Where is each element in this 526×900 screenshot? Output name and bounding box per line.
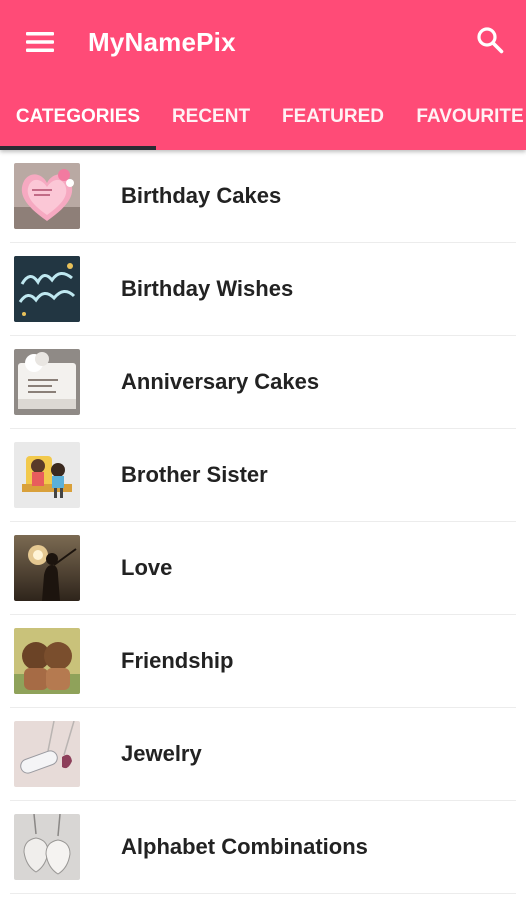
- category-label: Birthday Wishes: [121, 276, 294, 301]
- white-anniversary-cake-thumbnail: [14, 349, 80, 415]
- category-item-friendship[interactable]: Friendship: [10, 615, 516, 708]
- tab-categories[interactable]: CATEGORIES: [0, 84, 156, 150]
- app-bar: MyNamePix CATEGORIES RECENT FEATURED FAV…: [0, 0, 526, 150]
- category-item-brother-sister[interactable]: Brother Sister: [10, 429, 516, 522]
- tab-featured[interactable]: FEATURED: [272, 84, 394, 150]
- tab-selected-indicator: [0, 146, 156, 150]
- two-friends-illustration-thumbnail: [14, 628, 80, 694]
- sunset-silhouette-thumbnail: [14, 535, 80, 601]
- tab-recent[interactable]: RECENT: [160, 84, 262, 150]
- category-item-love[interactable]: Love: [10, 522, 516, 615]
- app-title: MyNamePix: [88, 27, 236, 57]
- category-label: Anniversary Cakes: [121, 369, 320, 394]
- tab-favourite[interactable]: FAVOURITE: [406, 84, 526, 150]
- letter-charms-thumbnail: [14, 814, 80, 880]
- category-list: Birthday Cakes Birthday Wishes Anniversa…: [0, 150, 526, 894]
- happy-birthday-chalkboard-thumbnail: [14, 256, 80, 322]
- siblings-illustration-thumbnail: [14, 442, 80, 508]
- category-label: Birthday Cakes: [121, 183, 282, 208]
- category-label: Alphabet Combinations: [121, 834, 368, 859]
- category-item-birthday-cakes[interactable]: Birthday Cakes: [10, 150, 516, 243]
- category-item-alphabet-combinations[interactable]: Alphabet Combinations: [10, 801, 516, 894]
- menu-button[interactable]: [16, 20, 64, 64]
- app-screen: MyNamePix CATEGORIES RECENT FEATURED FAV…: [0, 0, 526, 900]
- toolbar: MyNamePix: [0, 0, 526, 84]
- category-item-birthday-wishes[interactable]: Birthday Wishes: [10, 243, 516, 336]
- category-label: Friendship: [121, 648, 234, 673]
- category-label: Brother Sister: [121, 462, 268, 487]
- hamburger-menu-icon: [26, 32, 54, 52]
- category-label: Jewelry: [121, 741, 202, 766]
- search-button[interactable]: [466, 18, 514, 62]
- category-label: Love: [121, 555, 173, 580]
- category-item-anniversary-cakes[interactable]: Anniversary Cakes: [10, 336, 516, 429]
- category-item-jewelry[interactable]: Jewelry: [10, 708, 516, 801]
- name-pendant-thumbnail: [14, 721, 80, 787]
- tab-bar: CATEGORIES RECENT FEATURED FAVOURITE: [0, 84, 526, 150]
- pink-heart-cake-thumbnail: [14, 163, 80, 229]
- search-icon: [477, 27, 504, 54]
